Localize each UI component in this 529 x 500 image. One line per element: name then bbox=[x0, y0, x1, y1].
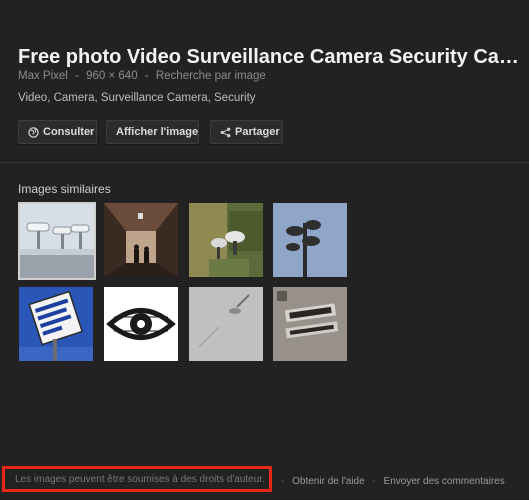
feedback-link[interactable]: Envoyer des commentaires bbox=[384, 476, 505, 487]
result-tags: Video, Camera, Surveillance Camera, Secu… bbox=[18, 92, 256, 104]
meta-separator: - bbox=[144, 70, 149, 82]
footer-separator: - bbox=[281, 476, 285, 487]
copyright-notice: Les images peuvent être soumises à des d… bbox=[2, 466, 272, 492]
similar-thumb-grey-wall-camera[interactable] bbox=[189, 287, 263, 361]
visit-label: Consulter bbox=[43, 126, 95, 138]
view-image-button[interactable]: Afficher l'image bbox=[106, 120, 199, 144]
meta-separator: - bbox=[75, 70, 79, 82]
footer-links: - Obtenir de l'aide - Envoyer des commen… bbox=[276, 476, 505, 487]
search-by-image-link[interactable]: Recherche par image bbox=[156, 70, 266, 82]
globe-icon bbox=[28, 126, 39, 138]
result-title[interactable]: Free photo Video Surveillance Camera Sec… bbox=[18, 46, 518, 69]
help-link[interactable]: Obtenir de l'aide bbox=[292, 476, 365, 487]
similar-thumb-eye-drawing[interactable] bbox=[104, 287, 178, 361]
image-dimensions: 960 × 640 bbox=[86, 70, 138, 82]
similar-images-label: Images similaires bbox=[18, 182, 111, 196]
similar-thumb-security-cameras-on-wall[interactable] bbox=[18, 202, 96, 280]
image-result-panel: Free photo Video Surveillance Camera Sec… bbox=[0, 0, 529, 500]
similar-thumb-camera-pole-sky[interactable] bbox=[273, 203, 347, 277]
visit-button[interactable]: Consulter bbox=[18, 120, 97, 144]
section-divider bbox=[0, 162, 529, 163]
similar-thumb-corridor-people[interactable] bbox=[104, 203, 178, 277]
share-label: Partager bbox=[235, 126, 280, 138]
result-meta: Max Pixel - 960 × 640 - Recherche par im… bbox=[18, 70, 266, 82]
share-icon bbox=[220, 127, 231, 138]
source-site[interactable]: Max Pixel bbox=[18, 70, 68, 82]
view-image-label: Afficher l'image bbox=[116, 126, 199, 138]
similar-thumb-security-sign-blue[interactable] bbox=[19, 287, 93, 361]
footer-separator: - bbox=[372, 476, 376, 487]
similar-thumb-cameras-on-tree[interactable] bbox=[189, 203, 263, 277]
share-button[interactable]: Partager bbox=[210, 120, 283, 144]
similar-thumb-graffiti-wall[interactable] bbox=[273, 287, 347, 361]
